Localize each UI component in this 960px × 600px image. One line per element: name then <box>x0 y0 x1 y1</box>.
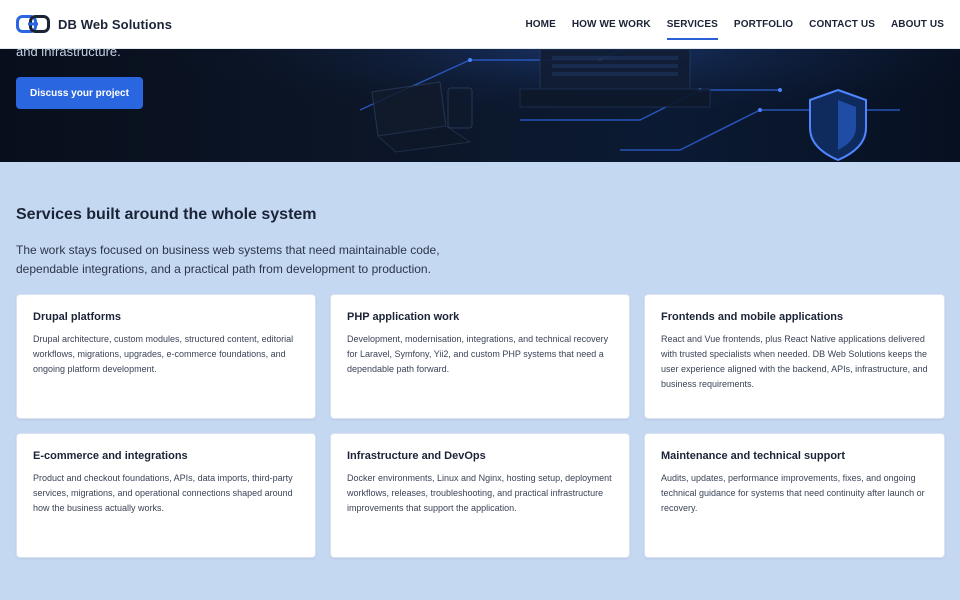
card-title: Infrastructure and DevOps <box>347 450 486 462</box>
linked-rings-logo-icon <box>16 15 50 33</box>
service-card-drupal: Drupal platforms Drupal architecture, cu… <box>16 294 316 419</box>
card-body: Development, modernisation, integrations… <box>347 334 609 374</box>
main-nav: HOME HOW WE WORK SERVICES PORTFOLIO CONT… <box>509 0 944 48</box>
brand-logo-link[interactable]: DB Web Solutions <box>16 15 172 33</box>
brand-name: DB Web Solutions <box>58 16 173 32</box>
card-title: E-commerce and integrations <box>33 450 188 462</box>
services-card-grid: Drupal platforms Drupal architecture, cu… <box>16 294 945 558</box>
laptop-icon <box>371 81 473 153</box>
server-rack-icon <box>519 48 711 108</box>
discuss-project-button[interactable]: Discuss your project <box>16 77 143 109</box>
card-body: Audits, updates, performance improvement… <box>661 473 925 513</box>
nav-item-how-we-work[interactable]: HOW WE WORK <box>572 13 651 36</box>
nav-item-home[interactable]: HOME <box>525 13 555 36</box>
site-header: DB Web Solutions HOME HOW WE WORK SERVIC… <box>0 0 960 49</box>
card-body: React and Vue frontends, plus React Nati… <box>661 334 928 389</box>
card-title: Drupal platforms <box>33 311 122 323</box>
card-title: Maintenance and technical support <box>661 450 845 462</box>
service-card-frontends: Frontends and mobile applications React … <box>644 294 945 419</box>
service-card-maintenance: Maintenance and technical support Audits… <box>644 433 945 558</box>
services-section-intro: The work stays focused on business web s… <box>16 243 440 276</box>
card-body: Drupal architecture, custom modules, str… <box>33 334 294 374</box>
service-card-php: PHP application work Development, modern… <box>330 294 630 419</box>
card-title: PHP application work <box>347 311 460 323</box>
card-body: Product and checkout foundations, APIs, … <box>33 473 293 513</box>
services-section-title: Services built around the whole system <box>16 206 317 223</box>
nav-item-contact-us[interactable]: CONTACT US <box>809 13 875 36</box>
nav-item-portfolio[interactable]: PORTFOLIO <box>734 13 793 36</box>
card-body: Docker environments, Linux and Nginx, ho… <box>347 473 612 513</box>
service-card-infrastructure: Infrastructure and DevOps Docker environ… <box>330 433 630 558</box>
nav-item-about-us[interactable]: ABOUT US <box>891 13 944 36</box>
card-title: Frontends and mobile applications <box>661 311 844 323</box>
service-card-ecommerce: E-commerce and integrations Product and … <box>16 433 316 558</box>
nav-item-services[interactable]: SERVICES <box>666 13 719 40</box>
